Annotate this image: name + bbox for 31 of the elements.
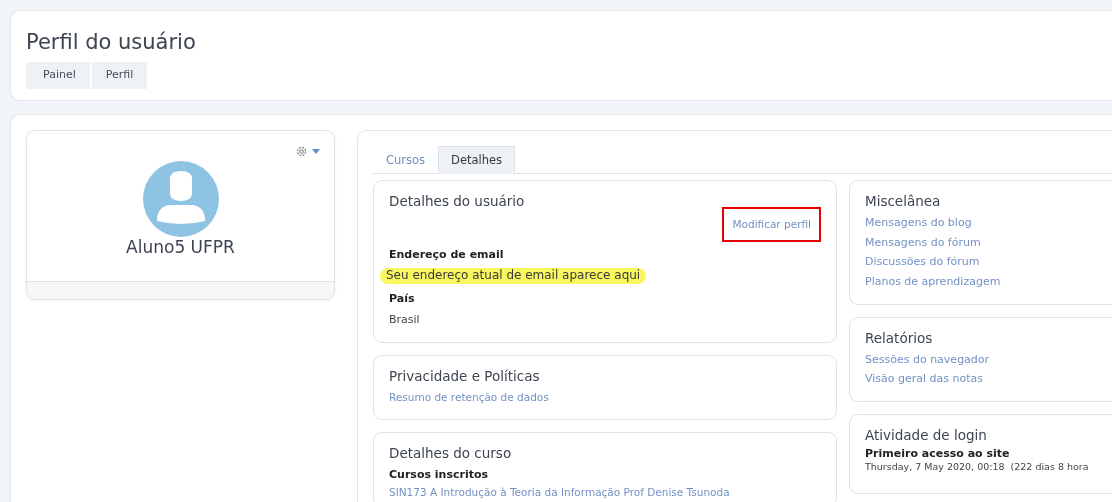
caret-icon[interactable] bbox=[312, 149, 320, 154]
tab[interactable]: Detalhes bbox=[438, 146, 516, 175]
field-value: Seu endereço atual de email aparece aqui bbox=[380, 268, 647, 284]
section-link[interactable]: Resumo de retenção de dados bbox=[389, 387, 821, 407]
section-link[interactable]: Planos de aprendizagem bbox=[865, 272, 1112, 292]
field-value: Thursday, 7 May 2020, 00:18 (222 dias 8 hora bbox=[865, 460, 1090, 474]
section-link[interactable]: Visão geral das notas bbox=[865, 369, 1112, 390]
section-link[interactable]: Mensagens do fórum bbox=[865, 232, 1112, 253]
edit-profile-link[interactable]: Modificar perfil bbox=[722, 206, 821, 242]
field-label: Primeiro acesso ao site bbox=[865, 446, 1011, 461]
breadcrumb-link[interactable]: Painel bbox=[26, 62, 90, 89]
section-title: Detalhes do usuário bbox=[389, 193, 526, 211]
section-title: Detalhes do curso bbox=[389, 444, 513, 463]
field-label: Endereço de email bbox=[389, 247, 505, 262]
section-link[interactable]: Sessões do navegador bbox=[865, 349, 1112, 370]
section-title: Relatórios bbox=[865, 330, 934, 348]
avatar-icon bbox=[142, 161, 219, 237]
field-value: Brasil bbox=[389, 313, 420, 327]
field-label: País bbox=[389, 292, 416, 307]
profile-name: Aluno5 UFPR bbox=[126, 236, 235, 259]
section-title: Privacidade e Políticas bbox=[389, 368, 541, 386]
breadcrumb-link[interactable]: Perfil bbox=[91, 62, 148, 89]
section-title: Miscelânea bbox=[865, 193, 942, 211]
section-link[interactable]: Discussões do fórum bbox=[865, 252, 1112, 273]
tab[interactable]: Cursos bbox=[373, 146, 439, 175]
section-subtitle: Cursos inscritos bbox=[389, 468, 490, 483]
section-link[interactable]: SIN173 A Introdução à Teoria da Informação Prof Denise Tsunoda bbox=[389, 482, 821, 502]
page-title: Perfil do usuário bbox=[26, 31, 197, 55]
section-link[interactable]: Mensagens do blog bbox=[865, 212, 1112, 233]
section-title: Atividade de login bbox=[865, 427, 988, 445]
settings-icon[interactable] bbox=[295, 145, 308, 158]
